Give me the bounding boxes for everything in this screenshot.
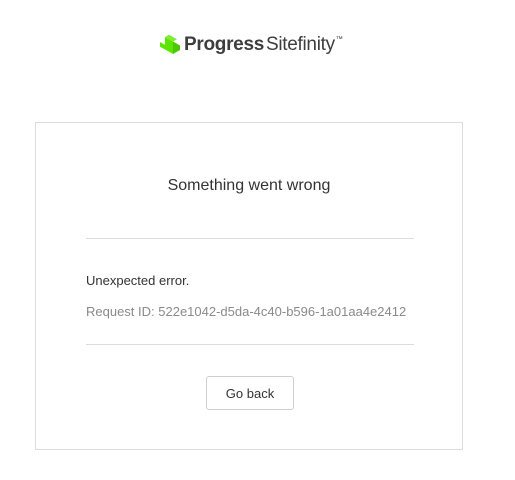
progress-logo-icon	[160, 34, 180, 54]
error-card: Something went wrong Unexpected error. R…	[35, 122, 463, 450]
top-divider	[86, 238, 414, 239]
logo-brand-text: Progress	[184, 34, 264, 55]
logo-trademark: ™	[335, 35, 343, 43]
progress-sitefinity-logo: Progress Sitefinity ™	[160, 30, 343, 60]
error-title: Something went wrong	[167, 177, 331, 194]
logo-product-text: Sitefinity	[265, 34, 335, 55]
error-message: Unexpected error.	[86, 273, 190, 288]
error-page: Progress Sitefinity ™ Something went wro…	[0, 0, 515, 480]
go-back-button[interactable]: Go back	[206, 376, 294, 410]
bottom-divider	[86, 344, 414, 345]
request-id: Request ID: 522e1042-d5da-4c40-b596-1a01…	[86, 304, 407, 319]
